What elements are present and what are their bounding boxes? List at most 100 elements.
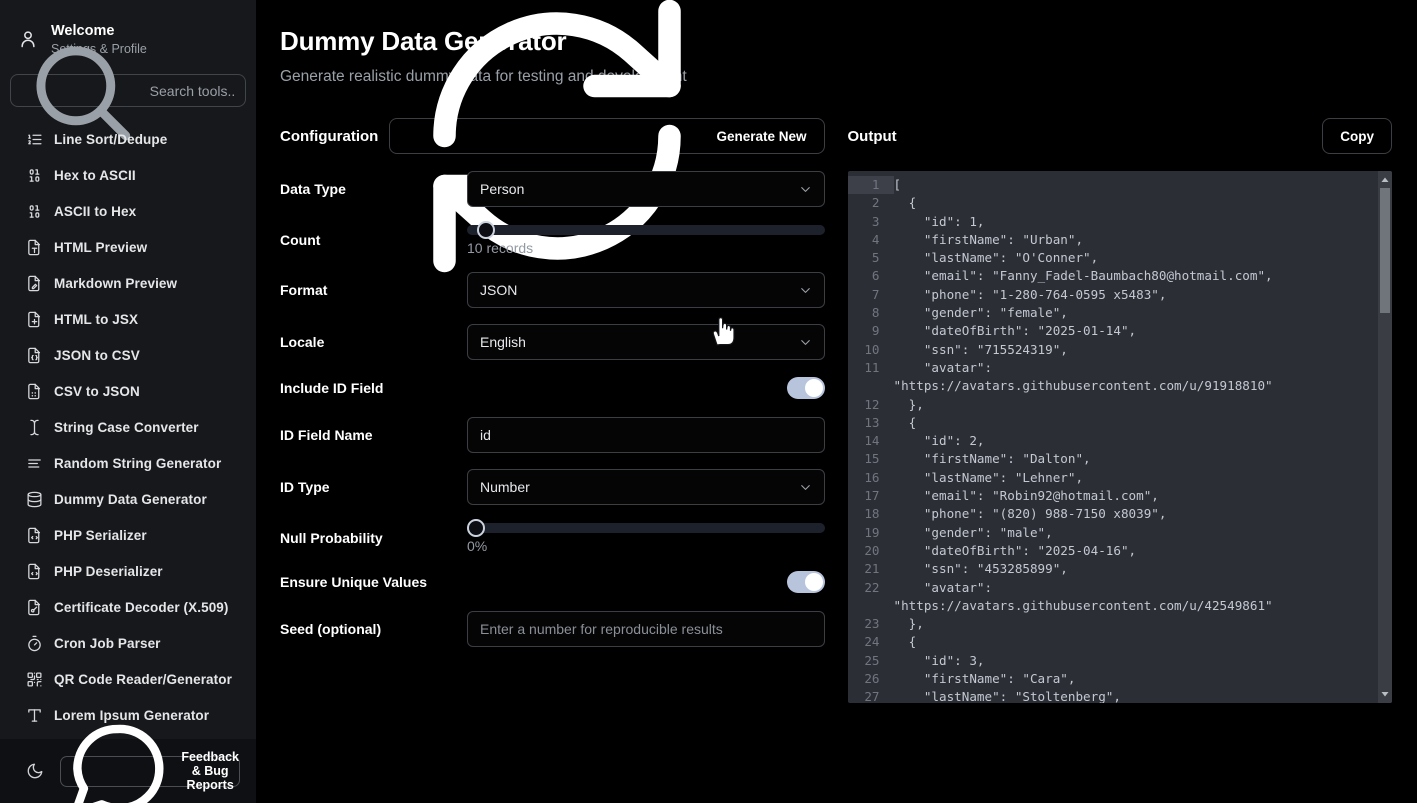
code-line: 13 { <box>848 414 1379 432</box>
sidebar-item-php-deserializer[interactable]: PHP Deserializer <box>0 553 256 589</box>
line-number: 17 <box>848 487 894 505</box>
code-line: 25 "id": 3, <box>848 652 1379 670</box>
code-line: 2 { <box>848 194 1379 212</box>
sidebar-item-label: Hex to ASCII <box>54 168 136 183</box>
seed-input[interactable] <box>480 621 812 637</box>
code-line: 23 }, <box>848 615 1379 633</box>
line-number: 10 <box>848 341 894 359</box>
scroll-up-arrow-icon[interactable] <box>1378 173 1392 187</box>
sidebar-item-json-to-csv[interactable]: JSON to CSV <box>0 337 256 373</box>
output-code-panel[interactable]: 1[2 {3 "id": 1,4 "firstName": "Urban",5 … <box>848 171 1393 703</box>
sidebar-footer: Feedback & Bug Reports <box>0 739 256 803</box>
output-heading: Output <box>848 128 897 145</box>
sidebar-item-hex-to-ascii[interactable]: Hex to ASCII <box>0 157 256 193</box>
search-box[interactable] <box>10 74 246 107</box>
sidebar-item-label: JSON to CSV <box>54 348 140 363</box>
format-select[interactable]: JSON <box>467 272 825 308</box>
count-slider-knob[interactable] <box>477 221 495 239</box>
id-field-name-input[interactable] <box>480 427 812 443</box>
code-text: "lastName": "O'Conner", <box>894 249 1099 267</box>
moon-icon[interactable] <box>26 762 44 780</box>
seed-row: Seed (optional) <box>280 611 825 647</box>
locale-select[interactable]: English <box>467 324 825 360</box>
sidebar-item-qr-code-reader-generator[interactable]: QR Code Reader/Generator <box>0 661 256 697</box>
output-panel: Output Copy 1[2 {3 "id": 1,4 "firstName"… <box>848 118 1393 703</box>
line-number: 4 <box>848 231 894 249</box>
chat-bubble-icon <box>61 715 173 803</box>
seed-label: Seed (optional) <box>280 621 467 637</box>
line-number: 2 <box>848 194 894 212</box>
sidebar-item-random-string-generator[interactable]: Random String Generator <box>0 445 256 481</box>
generate-new-button[interactable]: Generate New <box>389 118 824 154</box>
code-text: }, <box>894 615 924 633</box>
line-number: 26 <box>848 670 894 688</box>
id-type-select[interactable]: Number <box>467 469 825 505</box>
code-line: 21 "ssn": "453285899", <box>848 560 1379 578</box>
binary-icon <box>26 203 43 220</box>
sidebar-item-markdown-preview[interactable]: Markdown Preview <box>0 265 256 301</box>
code-text: "id": 2, <box>894 432 985 450</box>
code-line: "https://avatars.githubusercontent.com/u… <box>848 597 1379 615</box>
format-value: JSON <box>480 282 517 298</box>
copy-button[interactable]: Copy <box>1322 118 1392 154</box>
sidebar: Welcome Settings & Profile Line Sort/Ded… <box>0 0 256 803</box>
sidebar-item-cron-job-parser[interactable]: Cron Job Parser <box>0 625 256 661</box>
copy-button-label: Copy <box>1340 129 1374 144</box>
line-number: 20 <box>848 542 894 560</box>
line-number: 19 <box>848 524 894 542</box>
code-line: 20 "dateOfBirth": "2025-04-16", <box>848 542 1379 560</box>
sidebar-item-csv-to-json[interactable]: CSV to JSON <box>0 373 256 409</box>
sidebar-item-string-case-converter[interactable]: String Case Converter <box>0 409 256 445</box>
sidebar-item-html-to-jsx[interactable]: HTML to JSX <box>0 301 256 337</box>
ensure-unique-row: Ensure Unique Values <box>280 570 825 594</box>
code-text: "firstName": "Dalton", <box>894 450 1091 468</box>
id-field-name-row: ID Field Name <box>280 417 825 453</box>
format-label: Format <box>280 282 467 298</box>
null-probability-slider-knob[interactable] <box>467 519 485 537</box>
code-text: "ssn": "453285899", <box>894 560 1068 578</box>
feedback-button-label: Feedback & Bug Reports <box>181 750 239 792</box>
file-spreadsheet-icon <box>26 383 43 400</box>
main-content: Dummy Data Generator Generate realistic … <box>256 0 1417 803</box>
code-line: 3 "id": 1, <box>848 213 1379 231</box>
sidebar-item-ascii-to-hex[interactable]: ASCII to Hex <box>0 193 256 229</box>
code-line: 18 "phone": "(820) 988-7150 x8039", <box>848 505 1379 523</box>
code-line: 4 "firstName": "Urban", <box>848 231 1379 249</box>
ensure-unique-toggle[interactable] <box>787 571 825 593</box>
code-text: "https://avatars.githubusercontent.com/u… <box>894 377 1273 395</box>
line-number: 25 <box>848 652 894 670</box>
search-input[interactable] <box>150 83 235 99</box>
code-text: "lastName": "Lehner", <box>894 469 1084 487</box>
sidebar-item-label: HTML to JSX <box>54 312 138 327</box>
sidebar-item-label: QR Code Reader/Generator <box>54 672 232 687</box>
code-line: 11 "avatar": <box>848 359 1379 377</box>
count-row: Count 10 records <box>280 223 825 256</box>
align-left-icon <box>26 455 43 472</box>
sidebar-item-dummy-data-generator[interactable]: Dummy Data Generator <box>0 481 256 517</box>
code-text: "dateOfBirth": "2025-01-14", <box>894 322 1137 340</box>
count-slider[interactable] <box>467 225 825 235</box>
scroll-down-arrow-icon[interactable] <box>1378 687 1392 701</box>
code-line: 9 "dateOfBirth": "2025-01-14", <box>848 322 1379 340</box>
tool-list: Line Sort/Dedupe Hex to ASCII ASCII to Hex… <box>0 119 256 739</box>
search-wrap <box>10 74 246 107</box>
code-text: { <box>894 633 917 651</box>
type-icon <box>26 707 43 724</box>
null-probability-slider[interactable] <box>467 523 825 533</box>
chevron-down-icon <box>798 480 813 495</box>
data-type-select[interactable]: Person <box>467 171 825 207</box>
sidebar-item-line-sort-dedupe[interactable]: Line Sort/Dedupe <box>0 121 256 157</box>
code-scrollbar-thumb[interactable] <box>1380 188 1390 313</box>
include-id-toggle[interactable] <box>787 377 825 399</box>
sidebar-item-html-preview[interactable]: HTML Preview <box>0 229 256 265</box>
data-type-row: Data Type Person <box>280 171 825 207</box>
code-text: "firstName": "Urban", <box>894 231 1084 249</box>
code-scrollbar[interactable] <box>1378 171 1392 703</box>
code-text: "lastName": "Stoltenberg", <box>894 688 1121 703</box>
code-text: "email": "Robin92@hotmail.com", <box>894 487 1159 505</box>
sidebar-item-certificate-decoder-x-509[interactable]: Certificate Decoder (X.509) <box>0 589 256 625</box>
include-id-row: Include ID Field <box>280 376 825 400</box>
feedback-button[interactable]: Feedback & Bug Reports <box>60 756 240 787</box>
sidebar-item-label: ASCII to Hex <box>54 204 136 219</box>
sidebar-item-php-serializer[interactable]: PHP Serializer <box>0 517 256 553</box>
